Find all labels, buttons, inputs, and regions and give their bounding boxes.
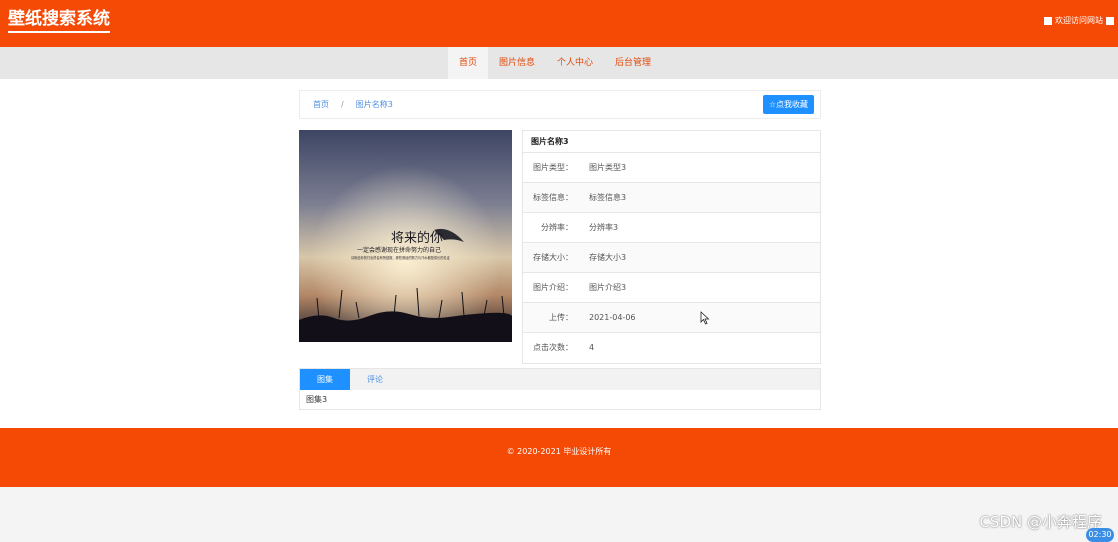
detail-row: 点击次数： 4 (523, 333, 820, 363)
breadcrumb-current: 图片名称3 (355, 100, 393, 109)
detail-row: 图片介绍： 图片介绍3 (523, 273, 820, 303)
detail-value: 标签信息3 (589, 193, 627, 202)
detail-value: 4 (589, 343, 595, 352)
detail-row: 上传： 2021-04-06 (523, 303, 820, 333)
favorite-button[interactable]: ☆点我收藏 (762, 95, 814, 114)
watermark: CSDN @小奔程序 (979, 513, 1102, 531)
square-icon (1044, 16, 1052, 25)
tab-comments[interactable]: 评论 (350, 369, 400, 390)
image-detail-panel: 图片名称3 图片类型： 图片类型3 标签信息： 标签信息3 分辨率： 分辨率3 存储大… (522, 130, 821, 364)
detail-key: 分辨率： (541, 223, 573, 232)
wallpaper-image: 将来的你 一定会感谢现在拼命努力的自己 请相信你的付出终会有所回报，那些曾经的努… (299, 130, 512, 342)
detail-row: 图片类型： 图片类型3 (523, 153, 820, 183)
nav-item-admin[interactable]: 后台管理 (604, 47, 662, 79)
copyright-text: © 2020-2021 毕业设计所有 (506, 447, 612, 456)
image-caption-title: 将来的你 (391, 230, 443, 246)
nav-item-profile[interactable]: 个人中心 (546, 47, 604, 79)
detail-key: 图片类型： (533, 163, 573, 172)
nav-item-images[interactable]: 图片信息 (488, 47, 546, 79)
welcome-text: 欢迎访问网站 (1055, 16, 1103, 25)
breadcrumb-bar: 首页 / 图片名称3 ☆点我收藏 (299, 90, 821, 119)
welcome-area: 欢迎访问网站 (1044, 15, 1114, 26)
detail-value: 图片类型3 (589, 163, 627, 172)
tab-gallery[interactable]: 图集 (300, 369, 350, 390)
tab-header: 图集 评论 (300, 369, 820, 390)
square-icon (1106, 16, 1114, 25)
footer: © 2020-2021 毕业设计所有 (0, 428, 1118, 487)
top-header: 壁纸搜索系统 欢迎访问网站 (0, 0, 1118, 47)
detail-key: 上传： (549, 313, 573, 322)
detail-row: 标签信息： 标签信息3 (523, 183, 820, 213)
breadcrumb-separator: / (341, 100, 344, 109)
breadcrumb-home[interactable]: 首页 (313, 100, 329, 109)
detail-key: 点击次数： (533, 343, 573, 352)
detail-key: 存储大小： (533, 253, 573, 262)
detail-key: 图片介绍： (533, 283, 573, 292)
detail-title: 图片名称3 (523, 131, 820, 153)
detail-value: 图片介绍3 (589, 283, 627, 292)
detail-row: 分辨率： 分辨率3 (523, 213, 820, 243)
breadcrumb: 首页 / 图片名称3 (313, 91, 393, 118)
detail-value: 分辨率3 (589, 223, 619, 232)
tab-content: 图集3 (306, 395, 328, 404)
detail-value: 存储大小3 (589, 253, 627, 262)
tab-panel: 图集 评论 图集3 (299, 368, 821, 410)
site-title[interactable]: 壁纸搜索系统 (8, 9, 110, 33)
main-content: 首页 / 图片名称3 ☆点我收藏 将来的你 一定会感谢现在拼命努力的自己 请相信… (0, 79, 1118, 428)
mouse-pointer-icon (700, 310, 710, 329)
main-nav: 首页 图片信息 个人中心 后台管理 (0, 47, 1118, 79)
nav-item-home[interactable]: 首页 (448, 47, 489, 79)
image-caption-small: 请相信你的付出终会有所回报，那些曾经的努力与汗水都是成长的见证 (351, 255, 451, 260)
detail-row: 存储大小： 存储大小3 (523, 243, 820, 273)
image-caption-sub: 一定会感谢现在拼命努力的自己 (357, 246, 441, 254)
detail-key: 标签信息： (533, 193, 573, 202)
detail-value: 2021-04-06 (589, 313, 636, 322)
